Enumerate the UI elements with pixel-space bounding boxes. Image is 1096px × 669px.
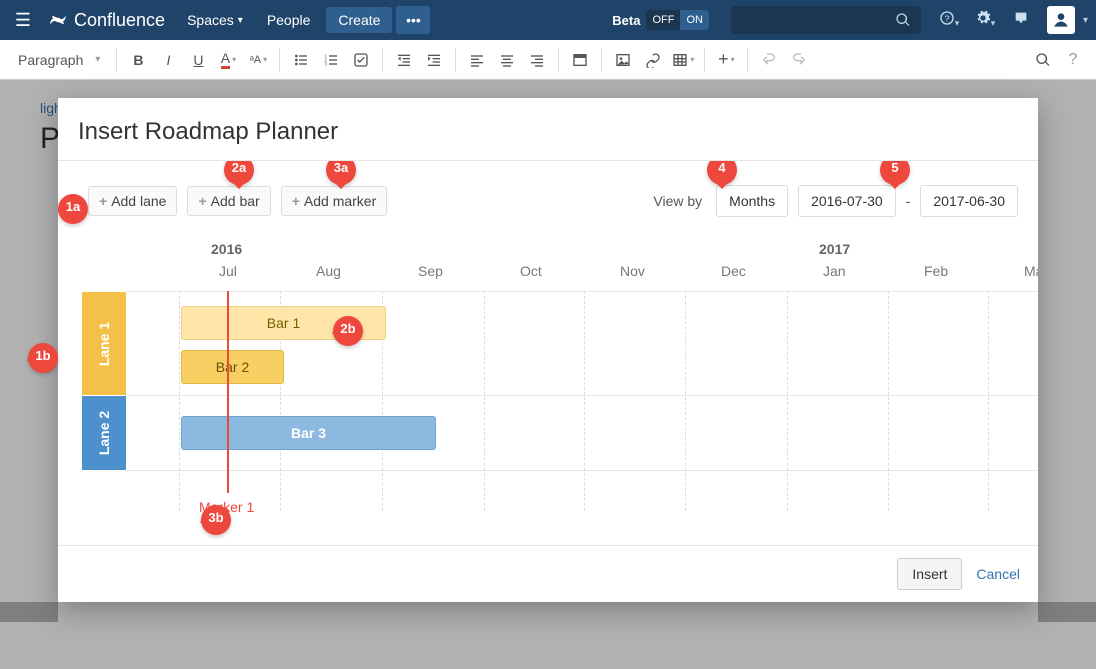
month-label: Feb: [924, 263, 948, 279]
insert-more-button[interactable]: +▾: [711, 45, 741, 75]
text-color-button[interactable]: A▾: [213, 45, 243, 75]
numbered-list-button[interactable]: 123: [316, 45, 346, 75]
caret-down-icon: ▾: [95, 54, 100, 65]
month-label: Jul: [219, 263, 237, 279]
align-right-button[interactable]: [522, 45, 552, 75]
lane-tab[interactable]: Lane 2: [82, 396, 126, 470]
beta-off[interactable]: OFF: [646, 10, 680, 30]
annotation-4: 4: [707, 161, 737, 193]
month-label: Dec: [721, 263, 746, 279]
align-left-button[interactable]: [462, 45, 492, 75]
table-button[interactable]: ▾: [668, 45, 698, 75]
beta-label: Beta: [612, 13, 640, 28]
cancel-link[interactable]: Cancel: [976, 566, 1020, 582]
layout-button[interactable]: [565, 45, 595, 75]
annotation-3a: 3a: [326, 161, 356, 193]
insert-button[interactable]: Insert: [897, 558, 962, 590]
product-logo[interactable]: Confluence: [38, 10, 175, 31]
month-label: Aug: [316, 263, 341, 279]
lane-name: Lane 2: [96, 411, 112, 455]
product-name: Confluence: [74, 10, 165, 31]
more-formatting-button[interactable]: ᵃA▾: [243, 45, 273, 75]
add-lane-button[interactable]: +Add lane: [88, 186, 177, 216]
outdent-button[interactable]: [389, 45, 419, 75]
beta-on[interactable]: ON: [680, 10, 709, 30]
date-separator: -: [906, 193, 911, 209]
lane-tab[interactable]: Lane 1: [82, 292, 126, 395]
month-label: Jan: [823, 263, 846, 279]
annotation-1b: 1b: [28, 343, 58, 381]
plus-icon: +: [198, 193, 206, 209]
find-button[interactable]: [1028, 45, 1058, 75]
viewby-label: View by: [653, 193, 702, 209]
align-center-button[interactable]: [492, 45, 522, 75]
create-more-button[interactable]: •••: [396, 6, 430, 34]
nav-spaces[interactable]: Spaces▾: [175, 0, 255, 40]
annotation-2b: 2b: [333, 316, 363, 354]
indent-button[interactable]: [419, 45, 449, 75]
beta-toggle: Beta OFF ON: [612, 10, 709, 30]
roadmap-dialog: Insert Roadmap Planner +Add lane +Add ba…: [58, 98, 1038, 602]
lane-name: Lane 1: [96, 321, 112, 365]
year-label: 2016: [211, 241, 242, 257]
editor-toolbar: Paragraph ▾ B I U A▾ ᵃA▾ 123 ▾ +▾ ?: [0, 40, 1096, 80]
avatar-icon: [1051, 10, 1071, 30]
inbox-icon[interactable]: [1003, 10, 1039, 31]
svg-text:3: 3: [325, 61, 328, 66]
dialog-title: Insert Roadmap Planner: [58, 98, 1038, 161]
app-header: ☰ Confluence Spaces▾ People Create ••• B…: [0, 0, 1096, 40]
month-label: Nov: [620, 263, 645, 279]
help-icon[interactable]: ?▾: [931, 10, 967, 31]
annotation-2a: 2a: [224, 161, 254, 193]
avatar-caret-icon: ▾: [1083, 15, 1088, 26]
ellipsis-icon: •••: [406, 12, 421, 28]
annotation-3b: 3b: [201, 505, 231, 543]
annotation-1a: 1a: [58, 194, 88, 232]
user-avatar[interactable]: [1047, 6, 1075, 34]
undo-button[interactable]: [754, 45, 784, 75]
svg-text:?: ?: [944, 13, 949, 23]
link-button[interactable]: [638, 45, 668, 75]
marker-line[interactable]: [227, 291, 229, 493]
search-icon: [895, 12, 911, 28]
annotation-5: 5: [880, 161, 910, 193]
caret-down-icon: ▾: [238, 15, 243, 26]
redo-button[interactable]: [784, 45, 814, 75]
plus-icon: +: [292, 193, 300, 209]
nav-people[interactable]: People: [255, 0, 323, 40]
date-end-input[interactable]: 2017-06-30: [920, 185, 1018, 217]
settings-icon[interactable]: ▾: [967, 10, 1003, 31]
roadmap-timeline: 2016 2017 Jul Aug Sep Oct Nov Dec Jan Feb Mar Lane…: [58, 241, 1038, 471]
bullet-list-button[interactable]: [286, 45, 316, 75]
dialog-footer: Insert Cancel: [58, 545, 1038, 602]
plus-icon: +: [99, 193, 107, 209]
month-label: Sep: [418, 263, 443, 279]
month-label: Oct: [520, 263, 542, 279]
bold-button[interactable]: B: [123, 45, 153, 75]
paragraph-style-select[interactable]: Paragraph ▾: [8, 52, 110, 68]
month-label: Mar: [1024, 263, 1038, 279]
italic-button[interactable]: I: [153, 45, 183, 75]
search-input[interactable]: [731, 6, 921, 34]
app-switcher-icon[interactable]: ☰: [8, 10, 38, 31]
task-list-button[interactable]: [346, 45, 376, 75]
editor-help-button[interactable]: ?: [1058, 45, 1088, 75]
year-label: 2017: [819, 241, 850, 257]
create-button[interactable]: Create: [326, 7, 392, 33]
image-button[interactable]: [608, 45, 638, 75]
confluence-icon: [48, 10, 68, 30]
underline-button[interactable]: U: [183, 45, 213, 75]
